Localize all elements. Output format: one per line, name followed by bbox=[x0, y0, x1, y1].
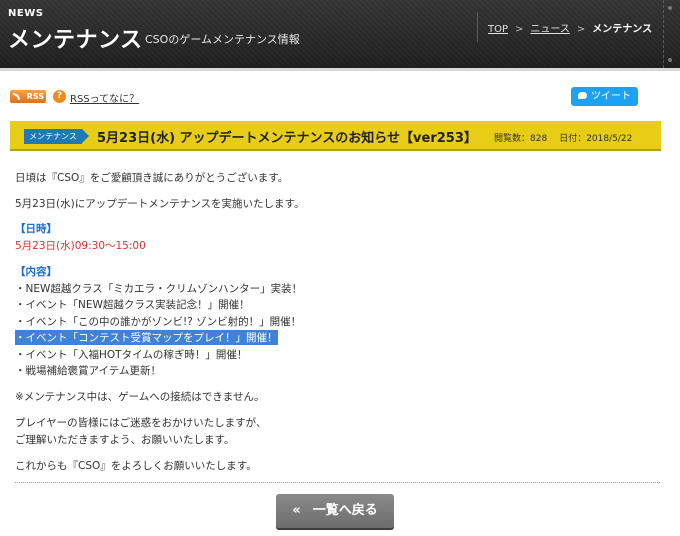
tweet-label: ツイート bbox=[591, 91, 631, 102]
content-item: ・イベント「この中の誰かがゾンビ!? ゾンビ射的！」開催！ bbox=[15, 316, 302, 328]
breadcrumb-current: メンテナンス bbox=[592, 24, 653, 35]
rss-button[interactable]: RSS bbox=[10, 90, 46, 103]
breadcrumb-separator: > bbox=[576, 24, 586, 35]
breadcrumb-news-link[interactable]: ニュース bbox=[530, 24, 570, 35]
breadcrumb-top-link[interactable]: TOP bbox=[488, 24, 508, 35]
category-tag: メンテナンス bbox=[24, 129, 82, 144]
category-tag-arrow bbox=[82, 129, 89, 143]
rss-label: RSS bbox=[26, 92, 44, 101]
article-title: 5月23日(水) アップデートメンテナンスのお知らせ【ver253】 bbox=[97, 131, 477, 146]
twitter-bird-icon bbox=[578, 92, 587, 99]
breadcrumb: TOP > ニュース > メンテナンス bbox=[477, 12, 658, 42]
content-item-selected: ・イベント「コンテスト受賞マップをプレイ！」開催！ bbox=[15, 330, 278, 345]
section-kicker: NEWS bbox=[8, 8, 44, 19]
help-icon: ? bbox=[53, 90, 66, 103]
intro-text: 5月23日(水)にアップデートメンテナンスを実施いたします。 bbox=[15, 198, 305, 210]
closing-text: これからも『CSO』をよろしくお願いいたします。 bbox=[15, 460, 257, 472]
content-heading: 【内容】 bbox=[15, 266, 57, 278]
back-label: 一覧へ戻る bbox=[312, 503, 378, 518]
content-item: ・イベント「入福HOTタイムの稼ぎ時！」開催！ bbox=[15, 349, 248, 361]
apology-line: プレイヤーの皆様にはご迷惑をおかけいたしますが、 bbox=[15, 417, 267, 429]
view-count: 閲覧数：828 bbox=[494, 134, 548, 144]
site-header: NEWS メンテナンス CSOのゲームメンテナンス情報 TOP > ニュース > メンテ… bbox=[0, 0, 680, 69]
back-to-list-button[interactable]: « 一覧へ戻る bbox=[276, 494, 394, 528]
schedule-heading: 【日時】 bbox=[15, 223, 57, 235]
article-meta: 閲覧数：828 日付：2018/5/22 bbox=[494, 131, 632, 144]
rss-help-link[interactable]: RSSってなに？ bbox=[70, 90, 139, 105]
content-item: ・戦場補給褒賞アイテム更新！ bbox=[15, 365, 161, 377]
page-title: メンテナンス bbox=[8, 28, 143, 53]
greeting-text: 日頃は『CSO』をご愛顧頂き誠にありがとうございます。 bbox=[15, 172, 289, 184]
header-rivets bbox=[663, 0, 678, 68]
page-subtitle: CSOのゲームメンテナンス情報 bbox=[145, 33, 300, 46]
content-divider bbox=[15, 482, 660, 483]
apology-line: ご理解いただきますよう、お願いいたします。 bbox=[15, 434, 235, 446]
content-item: ・NEW超越クラス「ミカエラ・クリムゾンハンター」実装！ bbox=[15, 283, 303, 295]
tweet-button[interactable]: ツイート bbox=[571, 87, 638, 106]
maintenance-note: ※メンテナンス中は、ゲームへの接続はできません。 bbox=[15, 391, 265, 403]
post-date: 日付：2018/5/22 bbox=[559, 134, 633, 144]
article-title-bar: メンテナンス 5月23日(水) アップデートメンテナンスのお知らせ【ver253… bbox=[10, 121, 661, 151]
rss-icon bbox=[13, 93, 20, 100]
schedule-value: 5月23日(水)09:30～15:00 bbox=[15, 240, 146, 252]
header-divider bbox=[0, 68, 680, 71]
content-item: ・イベント「NEW超越クラス実装記念！」開催！ bbox=[15, 299, 250, 311]
breadcrumb-separator: > bbox=[515, 24, 524, 35]
double-chevron-left-icon: « bbox=[292, 503, 301, 518]
